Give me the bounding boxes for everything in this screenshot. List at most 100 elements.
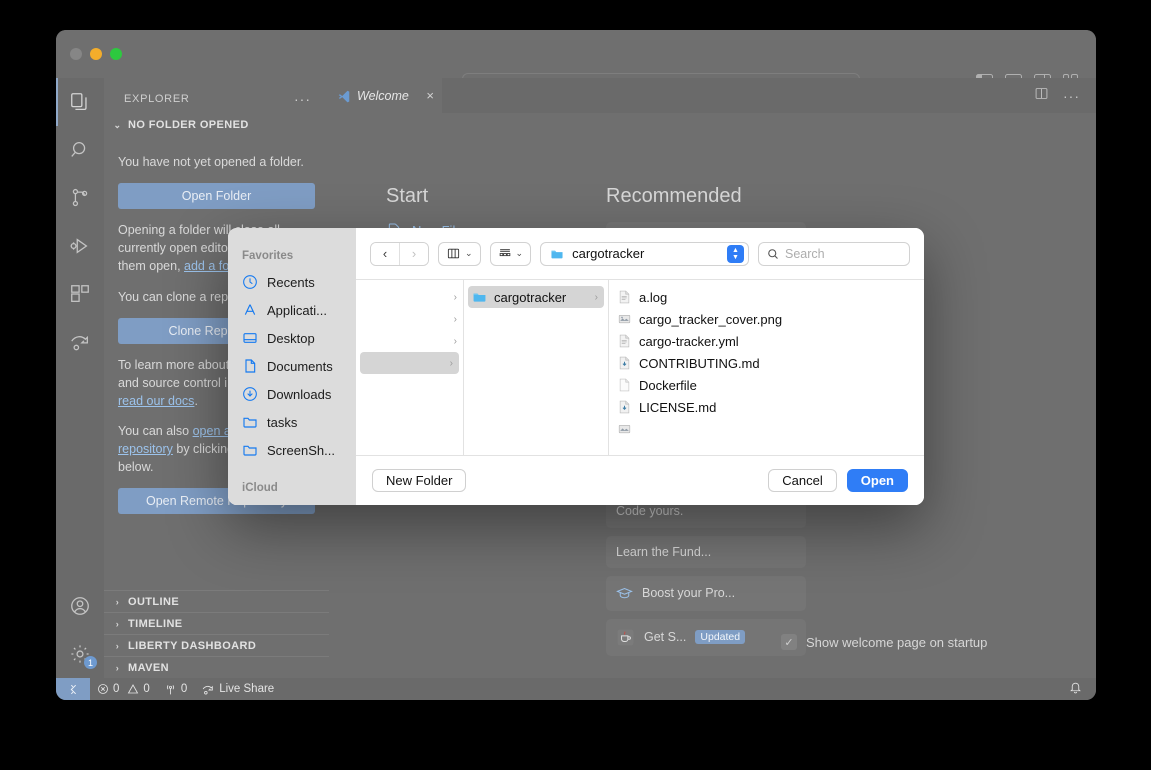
panel-maven[interactable]: › MAVEN — [104, 656, 329, 678]
chevron-right-icon: › — [112, 619, 123, 629]
warning-icon — [127, 683, 139, 695]
remote-window-indicator[interactable] — [56, 678, 90, 700]
chevron-right-icon: › — [454, 336, 457, 347]
walkthrough-row-fundamentals[interactable]: Learn the Fund... — [606, 536, 806, 568]
favorite-desktop[interactable]: Desktop — [228, 324, 356, 352]
live-share-status[interactable]: Live Share — [194, 683, 281, 696]
panel-outline[interactable]: › OUTLINE — [104, 590, 329, 612]
sidebar-item-manage[interactable]: 1 — [56, 630, 104, 678]
path-popup-button[interactable]: cargotracker ▲▼ — [540, 242, 749, 266]
dialog-search-input[interactable]: Search — [758, 242, 910, 266]
view-mode-button[interactable]: ⌄ — [438, 242, 481, 266]
chevron-right-icon: › — [454, 314, 457, 325]
section-label: NO FOLDER OPENED — [128, 119, 249, 131]
dialog-column-2[interactable]: cargotracker › — [464, 280, 609, 455]
column-row[interactable]: › — [356, 308, 463, 330]
file-row-dockerfile[interactable]: Dockerfile — [609, 374, 924, 396]
path-label: cargotracker — [572, 246, 644, 261]
vscode-logo-icon — [337, 89, 351, 103]
more-actions-icon[interactable]: ··· — [1063, 88, 1080, 104]
sidebar-item-extensions[interactable] — [56, 270, 104, 318]
desktop-icon — [242, 330, 258, 346]
recommended-heading: Recommended — [606, 185, 806, 208]
file-label: LICENSE.md — [639, 400, 716, 415]
activity-bar: 1 — [56, 78, 104, 678]
file-row-a-log[interactable]: a.log — [609, 286, 924, 308]
favorite-downloads[interactable]: Downloads — [228, 380, 356, 408]
cancel-button[interactable]: Cancel — [768, 469, 836, 492]
chevron-right-icon: › — [450, 358, 453, 369]
sidebar-item-live-share[interactable] — [56, 318, 104, 366]
ports-status[interactable]: 0 — [157, 683, 194, 696]
notifications-status[interactable] — [1069, 681, 1096, 697]
favorites-label: Favorites — [228, 246, 356, 268]
file-row-license-md[interactable]: LICENSE.md — [609, 396, 924, 418]
image-file-icon — [617, 311, 632, 327]
problems-status[interactable]: 0 0 — [90, 683, 157, 695]
favorite-recents[interactable]: Recents — [228, 268, 356, 296]
panel-liberty-dashboard[interactable]: › LIBERTY DASHBOARD — [104, 634, 329, 656]
tab-bar: Welcome × ··· — [329, 78, 1096, 113]
close-window-button[interactable] — [70, 48, 82, 60]
favorite-applications[interactable]: Applicati... — [228, 296, 356, 324]
split-editor-icon[interactable] — [1034, 87, 1049, 105]
file-row-partial[interactable] — [609, 418, 924, 440]
sidebar-item-accounts[interactable] — [56, 582, 104, 630]
no-folder-opened-section[interactable]: ⌄ NO FOLDER OPENED — [104, 115, 329, 135]
file-row-cargo-tracker-yml[interactable]: cargo-tracker.yml — [609, 330, 924, 352]
files-icon — [69, 91, 91, 113]
dialog-column-3[interactable]: a.log cargo_tracker_cover.png cargo-trac… — [609, 280, 924, 455]
folder-icon — [472, 289, 487, 305]
open-button[interactable]: Open — [847, 469, 908, 492]
favorite-tasks[interactable]: tasks — [228, 408, 356, 436]
close-icon[interactable]: × — [426, 88, 434, 103]
favorite-screenshots[interactable]: ScreenSh... — [228, 436, 356, 464]
sidebar-item-search[interactable] — [56, 126, 104, 174]
dialog-column-1[interactable]: › › › › — [356, 280, 464, 455]
file-row-contributing-md[interactable]: CONTRIBUTING.md — [609, 352, 924, 374]
stepper-icon[interactable]: ▲▼ — [727, 245, 744, 263]
docs-text-b: . — [194, 394, 197, 408]
extensions-icon — [69, 283, 91, 305]
file-label: a.log — [639, 290, 667, 305]
new-folder-button[interactable]: New Folder — [372, 469, 466, 492]
sidebar-item-run-and-debug[interactable] — [56, 222, 104, 270]
panel-label: OUTLINE — [128, 596, 179, 608]
sidebar-item-explorer[interactable] — [56, 78, 104, 126]
more-actions-icon[interactable]: ··· — [294, 91, 311, 107]
walkthrough-row-label: Get S... — [644, 630, 686, 644]
column-row[interactable]: › — [356, 330, 463, 352]
dialog-footer-right: Cancel Open — [768, 469, 908, 492]
column-row-cargotracker[interactable]: cargotracker › — [468, 286, 604, 308]
markdown-file-icon — [617, 399, 632, 415]
start-heading: Start — [386, 185, 601, 208]
minimize-window-button[interactable] — [90, 48, 102, 60]
remote-window-icon — [67, 683, 80, 696]
favorite-label: Documents — [267, 359, 333, 374]
title-bar — [56, 30, 1096, 78]
sidebar-item-source-control[interactable] — [56, 174, 104, 222]
column-row[interactable]: › — [356, 286, 463, 308]
column-row-selected[interactable]: › — [360, 352, 459, 374]
open-folder-button[interactable]: Open Folder — [118, 183, 315, 209]
file-row-cover-png[interactable]: cargo_tracker_cover.png — [609, 308, 924, 330]
live-share-icon — [69, 331, 91, 353]
favorite-label: Recents — [267, 275, 315, 290]
tab-welcome[interactable]: Welcome × — [329, 78, 442, 113]
chevron-right-icon: › — [595, 292, 598, 303]
panel-timeline[interactable]: › TIMELINE — [104, 612, 329, 634]
folder-icon — [242, 442, 258, 458]
favorite-documents[interactable]: Documents — [228, 352, 356, 380]
file-label: cargo-tracker.yml — [639, 334, 739, 349]
walkthrough-row-java[interactable]: Get S... Updated — [606, 619, 806, 656]
group-by-button[interactable]: ⌄ — [490, 242, 532, 266]
error-icon — [97, 683, 109, 695]
sidebar-header: EXPLORER ··· — [104, 78, 329, 115]
maximize-window-button[interactable] — [110, 48, 122, 60]
editor-actions: ··· — [1034, 78, 1096, 113]
docs-link[interactable]: read our docs — [118, 394, 194, 408]
dialog-forward-button[interactable]: › — [400, 243, 428, 265]
walkthrough-row-productivity[interactable]: Boost your Pro... — [606, 576, 806, 611]
show-welcome-on-startup-checkbox[interactable]: ✓ Show welcome page on startup — [781, 634, 987, 650]
dialog-back-button[interactable]: ‹ — [371, 243, 399, 265]
